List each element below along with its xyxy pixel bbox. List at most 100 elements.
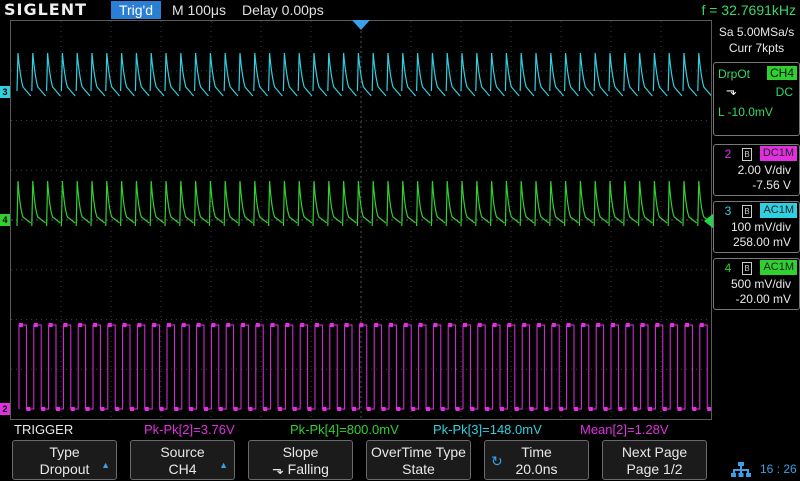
ch3-waveform — [16, 52, 711, 97]
timebase-readout[interactable]: M 100μs — [172, 0, 226, 20]
ch2-level-mark — [366, 407, 371, 411]
ch2-level-mark — [389, 323, 393, 327]
measurement-mean-ch2: Mean[2]=1.28V — [580, 422, 669, 437]
trigger-type: DrpOt — [718, 67, 751, 81]
softkey-source[interactable]: Source CH4 ▲ — [130, 440, 235, 480]
ch2-level-mark — [692, 407, 697, 411]
waveform-grid[interactable] — [10, 20, 712, 420]
ch2-level-mark — [278, 407, 282, 411]
ch2-level-mark — [78, 323, 83, 327]
softkey-next-page[interactable]: Next Page Page 1/2 — [602, 440, 707, 480]
rotate-knob-icon: ↻ — [491, 453, 503, 469]
ch2-level-mark — [448, 323, 453, 327]
ch2-level-mark — [588, 407, 593, 411]
ch2-level-mark — [477, 323, 482, 327]
impedance-icon: B — [742, 148, 752, 161]
ch2-level-mark — [344, 323, 349, 327]
ch2-level-mark — [174, 407, 179, 411]
ch2-level-mark — [655, 323, 660, 327]
channel-scale: 2.00 V/div — [737, 163, 791, 177]
menu-title: TRIGGER — [14, 422, 74, 437]
channel-offset: -7.56 V — [752, 178, 791, 192]
ch2-level-mark — [625, 323, 630, 327]
brand-logo: SIGLENT — [4, 0, 88, 19]
impedance-icon: B — [742, 205, 752, 218]
ch2-level-mark — [522, 323, 527, 327]
ch2-level-mark — [670, 323, 675, 327]
ch2-level-mark — [514, 407, 519, 411]
ch4-offset-marker[interactable]: 4 — [0, 214, 10, 226]
softkey-value: State — [402, 461, 435, 477]
ch2-level-mark — [633, 407, 638, 411]
ch2-level-mark — [685, 323, 689, 327]
ch2-level-mark — [41, 407, 46, 411]
ch2-level-mark — [292, 407, 297, 411]
softkey-slope[interactable]: Slope ⬎ Falling — [248, 440, 353, 480]
top-status-bar: SIGLENT Trig'd M 100μs Delay 0.00ps f = … — [0, 0, 800, 20]
measurement-pkpk-ch2: Pk-Pk[2]=3.76V — [144, 422, 235, 437]
ch2-level-mark — [381, 407, 386, 411]
system-clock: 16 : 26 — [760, 462, 797, 476]
frequency-counter: f = 32.7691kHz — [701, 2, 796, 18]
ch2-level-mark — [315, 323, 319, 327]
ch2-level-mark — [144, 407, 149, 411]
channel-scale: 100 mV/div — [730, 220, 791, 234]
ch2-level-mark — [463, 323, 467, 327]
sample-rate: Sa 5.00MSa/s — [718, 25, 795, 39]
channel-number: 3 — [724, 204, 732, 218]
ch2-level-mark — [255, 323, 260, 327]
measurement-pkpk-ch4: Pk-Pk[4]=800.0mV — [290, 422, 399, 437]
ch2-level-mark — [359, 323, 364, 327]
softkey-value: Page 1/2 — [626, 461, 683, 477]
ch2-level-mark — [307, 407, 312, 411]
channel-3-info[interactable]: 3 B AC1M 100 mV/div 258.00 mV — [713, 201, 800, 253]
channel-coupling: DC1M — [759, 146, 797, 161]
softkey-label: OverTime Type — [371, 444, 466, 460]
softkey-label: Slope — [282, 444, 319, 460]
channel-number: 4 — [724, 261, 732, 275]
ch2-level-mark — [167, 323, 171, 327]
softkey-overtime-type[interactable]: OverTime Type State — [366, 440, 471, 480]
ch2-level-mark — [130, 407, 134, 411]
softkey-time[interactable]: ↻ Time 20.0ns — [484, 440, 589, 480]
channel-offset: 258.00 mV — [732, 235, 791, 249]
ch2-level-mark — [544, 407, 549, 411]
ch2-level-mark — [581, 323, 586, 327]
softkey-type[interactable]: Type Dropout ▲ — [12, 440, 117, 480]
trigger-status-badge: Trig'd — [111, 1, 161, 19]
ch2-level-mark — [204, 407, 208, 411]
channel-offset: -20.00 mV — [735, 292, 791, 306]
ch2-level-mark — [122, 323, 127, 327]
ch2-level-mark — [470, 407, 475, 411]
ch2-level-mark — [100, 407, 105, 411]
trigger-coupling: DC — [775, 85, 793, 99]
ch2-level-mark — [426, 407, 430, 411]
ch2-offset-marker[interactable]: 2 — [0, 403, 10, 415]
ch2-level-mark — [241, 323, 245, 327]
ch2-level-mark — [529, 407, 534, 411]
ch2-level-mark — [85, 407, 90, 411]
channel-2-info[interactable]: 2 B DC1M 2.00 V/div -7.56 V — [713, 144, 800, 196]
channel-scale: 500 mV/div — [730, 277, 791, 291]
ch2-level-mark — [70, 407, 75, 411]
impedance-icon: B — [742, 262, 752, 275]
ch2-level-mark — [48, 323, 53, 327]
ch2-level-mark — [433, 323, 438, 327]
ch3-offset-marker[interactable]: 3 — [0, 86, 10, 98]
trigger-info-panel[interactable]: DrpOt CH4 ⬎ DC L -10.0mV — [713, 62, 800, 136]
ch2-level-mark — [603, 407, 608, 411]
channel-4-info[interactable]: 4 B AC1M 500 mV/div -20.00 mV — [713, 258, 800, 310]
ch2-level-mark — [500, 407, 504, 411]
ch2-level-mark — [211, 323, 216, 327]
ch2-level-mark — [352, 407, 356, 411]
delay-readout[interactable]: Delay 0.00ps — [242, 0, 324, 20]
ch2-level-mark — [233, 407, 238, 411]
ch2-level-mark — [455, 407, 460, 411]
channel-number: 2 — [724, 147, 732, 161]
ch2-level-mark — [196, 323, 201, 327]
arrow-up-icon: ▲ — [219, 460, 228, 470]
falling-edge-icon: ⬎ — [726, 83, 737, 98]
measurement-pkpk-ch3: Pk-Pk[3]=148.0mV — [433, 422, 542, 437]
ch2-level-mark — [677, 407, 682, 411]
trigger-position-marker[interactable] — [352, 20, 370, 30]
